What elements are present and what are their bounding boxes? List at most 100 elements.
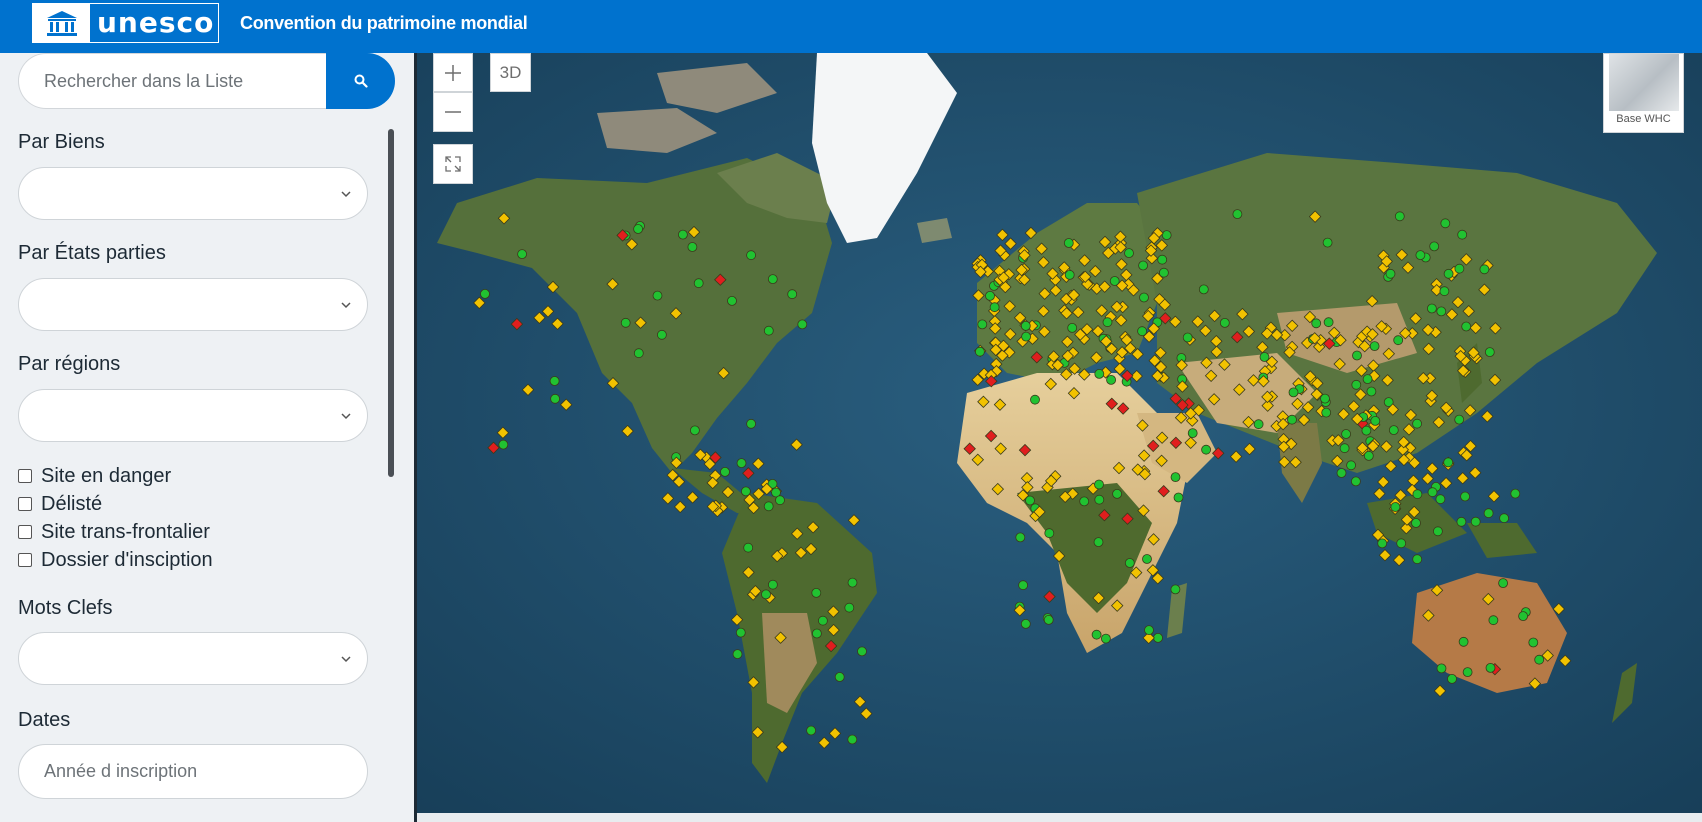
basemap-toggle[interactable]: Base WHC [1603, 53, 1684, 133]
natural-site-marker[interactable] [1479, 264, 1490, 275]
natural-site-marker[interactable] [1499, 513, 1509, 524]
natural-site-marker[interactable] [1336, 468, 1347, 478]
natural-site-marker[interactable] [989, 302, 1000, 313]
natural-site-marker[interactable] [763, 501, 774, 512]
natural-site-marker[interactable] [1106, 374, 1116, 385]
natural-site-marker[interactable] [633, 348, 644, 359]
natural-site-marker[interactable] [1322, 237, 1333, 248]
natural-site-marker[interactable] [1187, 428, 1198, 439]
natural-site-marker[interactable] [677, 229, 688, 240]
natural-site-marker[interactable] [498, 439, 509, 450]
natural-site-marker[interactable] [1112, 488, 1122, 499]
zoom-in-button[interactable] [433, 53, 473, 92]
natural-site-marker[interactable] [1412, 489, 1423, 500]
natural-site-marker[interactable] [1351, 476, 1361, 487]
natural-site-marker[interactable] [1462, 667, 1473, 677]
natural-site-marker[interactable] [1498, 578, 1508, 588]
natural-site-marker[interactable] [1339, 443, 1350, 454]
natural-site-marker[interactable] [1427, 303, 1437, 314]
year-input[interactable] [18, 744, 368, 799]
natural-site-marker[interactable] [1025, 495, 1035, 506]
natural-site-marker[interactable] [1394, 211, 1405, 222]
natural-site-marker[interactable] [689, 425, 700, 436]
select-keywords[interactable] [18, 632, 368, 685]
zoom-out-button[interactable] [433, 92, 473, 132]
fullscreen-button[interactable] [433, 144, 473, 184]
natural-site-marker[interactable] [1182, 332, 1193, 343]
sidebar-scrollbar[interactable] [388, 129, 394, 477]
natural-site-marker[interactable] [1321, 407, 1332, 418]
natural-site-marker[interactable] [1018, 580, 1028, 591]
natural-site-marker[interactable] [1436, 663, 1447, 674]
natural-site-marker[interactable] [1433, 526, 1443, 537]
natural-site-marker[interactable] [1201, 444, 1211, 455]
natural-site-marker[interactable] [720, 466, 730, 477]
checkbox[interactable] [18, 553, 32, 567]
natural-site-marker[interactable] [1435, 494, 1446, 505]
natural-site-marker[interactable] [1460, 491, 1470, 502]
natural-site-marker[interactable] [1091, 629, 1102, 640]
checkbox-deliste[interactable]: Délisté [18, 492, 102, 516]
natural-site-marker[interactable] [834, 672, 845, 682]
natural-site-marker[interactable] [480, 288, 490, 299]
natural-site-marker[interactable] [517, 249, 527, 260]
natural-site-marker[interactable] [1370, 415, 1381, 426]
natural-site-marker[interactable] [1043, 615, 1054, 625]
natural-site-marker[interactable] [620, 317, 631, 328]
natural-site-marker[interactable] [1412, 554, 1423, 565]
natural-site-marker[interactable] [1198, 284, 1209, 295]
natural-site-marker[interactable] [1363, 450, 1374, 461]
page-title[interactable]: Convention du patrimoine mondial [240, 12, 528, 34]
natural-site-marker[interactable] [1510, 488, 1521, 499]
natural-site-marker[interactable] [1436, 306, 1447, 317]
natural-site-marker[interactable] [1393, 335, 1404, 346]
select-biens[interactable] [18, 167, 368, 220]
natural-site-marker[interactable] [1454, 263, 1465, 274]
select-etats-parties[interactable] [18, 278, 368, 331]
natural-site-marker[interactable] [787, 289, 798, 300]
natural-site-marker[interactable] [1079, 496, 1090, 507]
natural-site-marker[interactable] [797, 319, 808, 330]
natural-site-marker[interactable] [1439, 286, 1450, 297]
natural-site-marker[interactable] [857, 646, 867, 657]
natural-site-marker[interactable] [735, 627, 746, 638]
natural-site-marker[interactable] [693, 278, 704, 289]
natural-site-marker[interactable] [1396, 538, 1407, 549]
natural-site-marker[interactable] [1429, 241, 1440, 252]
natural-site-marker[interactable] [1447, 674, 1457, 684]
natural-site-marker[interactable] [656, 329, 667, 340]
natural-site-marker[interactable] [746, 418, 757, 429]
natural-site-marker[interactable] [811, 628, 822, 639]
natural-site-marker[interactable] [1030, 394, 1040, 405]
natural-site-marker[interactable] [1015, 532, 1026, 543]
natural-site-marker[interactable] [1094, 368, 1105, 379]
natural-site-marker[interactable] [1484, 347, 1495, 358]
natural-site-marker[interactable] [550, 393, 561, 404]
natural-site-marker[interactable] [1390, 502, 1401, 512]
natural-site-marker[interactable] [806, 725, 817, 736]
natural-site-marker[interactable] [1483, 508, 1494, 519]
checkbox-site-en-danger[interactable]: Site en danger [18, 464, 171, 488]
natural-site-marker[interactable] [1323, 317, 1334, 328]
natural-site-marker[interactable] [847, 734, 858, 745]
natural-site-marker[interactable] [1443, 457, 1454, 468]
natural-site-marker[interactable] [763, 325, 774, 336]
natural-site-marker[interactable] [727, 295, 737, 306]
natural-site-marker[interactable] [633, 224, 644, 234]
natural-site-marker[interactable] [1157, 254, 1168, 265]
natural-site-marker[interactable] [1093, 537, 1104, 548]
natural-site-marker[interactable] [1142, 554, 1152, 564]
natural-site-marker[interactable] [1461, 321, 1472, 332]
select-regions[interactable] [18, 389, 368, 442]
natural-site-marker[interactable] [761, 589, 771, 600]
natural-site-marker[interactable] [767, 274, 778, 285]
natural-site-marker[interactable] [847, 577, 858, 588]
natural-site-marker[interactable] [1346, 460, 1356, 471]
natural-site-marker[interactable] [1443, 268, 1454, 279]
natural-site-marker[interactable] [1253, 419, 1264, 430]
natural-site-marker[interactable] [1287, 414, 1297, 425]
natural-site-marker[interactable] [1159, 267, 1169, 278]
natural-site-marker[interactable] [1094, 494, 1105, 505]
natural-site-marker[interactable] [1385, 268, 1396, 279]
natural-site-marker[interactable] [1488, 615, 1499, 626]
